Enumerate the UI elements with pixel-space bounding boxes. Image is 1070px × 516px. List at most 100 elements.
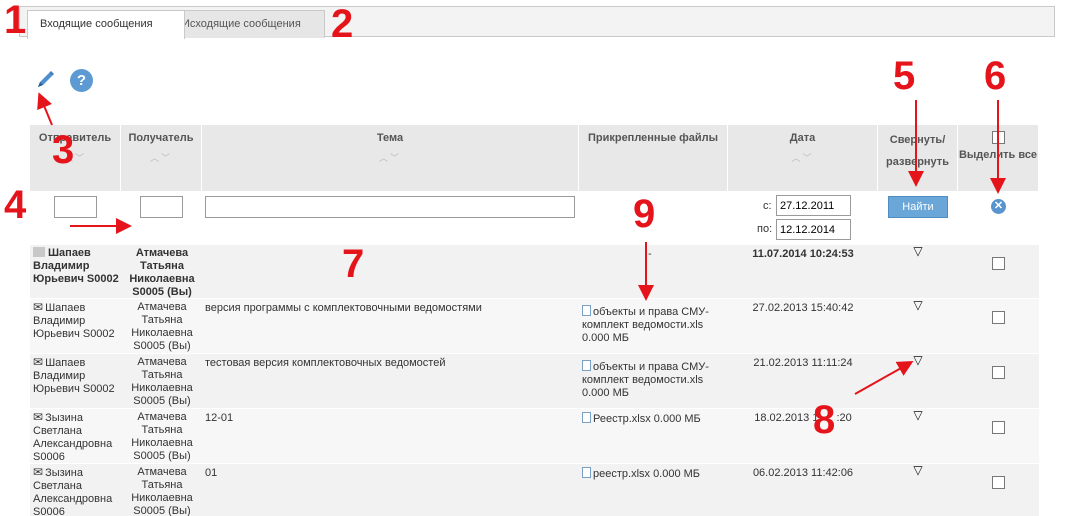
table-row[interactable]: ✉ Шапаев Владимир Юрьевич S0002 Атмачева … xyxy=(30,353,1039,408)
message-recipient: Атмачева Татьяна Николаевна S0005 (Вы) xyxy=(131,356,193,407)
column-header-files: Прикрепленные файлы xyxy=(579,125,728,191)
message-date: 06.02.2013 11:42:06 xyxy=(752,467,854,479)
message-date-end: :20 xyxy=(836,412,852,424)
table-row[interactable]: ✉ Шапаев Владимир Юрьевич S0002 Атмачева … xyxy=(30,298,1039,353)
message-files[interactable]: Реестр.xlsx 0.000 МБ xyxy=(582,409,727,426)
row-select-checkbox[interactable] xyxy=(992,257,1005,270)
filter-row: с: по: Найти ✕ xyxy=(30,191,1039,244)
column-header-date[interactable]: Дата ︿﹀ xyxy=(728,125,878,191)
annotation-1: 1 xyxy=(4,0,27,42)
annotation-2: 2 xyxy=(331,2,354,46)
message-files[interactable]: объекты и права СМУ-комплект ведомости.x… xyxy=(582,354,727,400)
pencil-icon[interactable] xyxy=(34,69,56,91)
date-from-label: с: xyxy=(763,200,772,212)
sort-icon[interactable]: ︿﹀ xyxy=(728,151,877,164)
row-select-checkbox[interactable] xyxy=(992,476,1005,489)
column-header-toggle-label: Свернуть/ развернуть xyxy=(886,134,949,168)
envelope-icon: ✉ xyxy=(33,300,44,314)
file-link[interactable]: объекты и права СМУ-комплект ведомости.x… xyxy=(582,306,709,344)
expand-toggle-icon[interactable]: ▽ xyxy=(878,245,958,258)
row-select-checkbox[interactable] xyxy=(992,421,1005,434)
message-date: 18.02.2013 1 :20 xyxy=(728,409,878,425)
unread-icon xyxy=(33,247,45,257)
sender-name: Шапаев Владимир Юрьевич S0002 xyxy=(33,357,115,395)
column-header-sender[interactable]: Отправитель ︿﹀ xyxy=(30,125,121,191)
expand-toggle-icon[interactable]: ▽ xyxy=(878,409,958,422)
subject-filter-input[interactable] xyxy=(205,196,575,218)
recipient-filter-input[interactable] xyxy=(140,196,183,218)
expand-toggle-icon[interactable]: ▽ xyxy=(878,464,958,477)
message-sender: ✉ Зызина Светлана Александровна S0006 xyxy=(33,409,119,464)
annotation-7: 7 xyxy=(342,242,365,286)
message-sender: ✉ Зызина Светлана Александровна S0006 xyxy=(33,464,119,516)
envelope-icon: ✉ xyxy=(33,410,44,424)
date-to-label: по: xyxy=(757,223,773,235)
column-header-subject-label: Тема xyxy=(376,132,404,144)
annotation-4: 4 xyxy=(4,183,27,227)
message-date: 21.02.2013 11:11:24 xyxy=(753,357,853,369)
date-from-input[interactable] xyxy=(776,195,851,216)
message-subject: 01 xyxy=(205,467,218,479)
sender-name: Зызина Светлана Александровна S0006 xyxy=(33,412,113,463)
table-row[interactable]: ✉ Зызина Светлана Александровна S0006 Атм… xyxy=(30,408,1039,463)
message-recipient: Атмачева Татьяна Николаевна S0005 (Вы) xyxy=(131,411,193,462)
sort-icon[interactable]: ︿﹀ xyxy=(202,151,578,164)
date-to-input[interactable] xyxy=(776,219,851,240)
envelope-icon: ✉ xyxy=(33,355,44,369)
message-recipient: Атмачева Татьяна Николаевна S0005 (Вы) xyxy=(131,466,193,516)
file-icon xyxy=(582,412,591,423)
sender-name: Шапаев Владимир Юрьевич S0002 xyxy=(33,302,115,340)
message-files[interactable]: объекты и права СМУ-комплект ведомости.x… xyxy=(582,299,727,345)
column-header-sender-label: Отправитель xyxy=(38,132,112,144)
expand-toggle-icon[interactable]: ▽ xyxy=(878,354,958,367)
table-row[interactable]: ✉ Зызина Светлана Александровна S0006 Атм… xyxy=(30,463,1039,516)
annotation-5: 5 xyxy=(893,54,916,98)
annotation-9: 9 xyxy=(633,192,656,236)
clear-filter-icon[interactable]: ✕ xyxy=(991,199,1006,214)
annotation-8: 8 xyxy=(813,398,836,442)
sort-icon[interactable]: ︿﹀ xyxy=(121,151,201,164)
tab-incoming-messages[interactable]: Входящие сообщения xyxy=(27,10,185,39)
file-icon xyxy=(582,305,591,316)
tab-bar: Исходящие сообщения Входящие сообщения xyxy=(19,6,1055,39)
message-subject: тестовая версия комплектовочных ведомост… xyxy=(205,357,446,369)
tab-outgoing-messages[interactable]: Исходящие сообщения xyxy=(169,10,325,38)
sort-icon[interactable]: ︿﹀ xyxy=(30,151,120,164)
annotation-6: 6 xyxy=(984,54,1007,98)
message-recipient: Атмачева Татьяна Николаевна S0005 (Вы) xyxy=(129,247,195,298)
message-date: 11.07.2014 10:24:53 xyxy=(752,248,854,260)
envelope-icon: ✉ xyxy=(33,465,44,479)
select-all-checkbox[interactable] xyxy=(991,131,1005,144)
message-recipient: Атмачева Татьяна Николаевна S0005 (Вы) xyxy=(131,301,193,352)
expand-toggle-icon[interactable]: ▽ xyxy=(878,299,958,312)
file-icon xyxy=(582,360,591,371)
file-link[interactable]: Реестр.xlsx 0.000 МБ xyxy=(593,413,701,425)
message-date-start: 18.02.2013 1 xyxy=(754,412,819,424)
file-link[interactable]: объекты и права СМУ-комплект ведомости.x… xyxy=(582,361,709,399)
message-sender: Шапаев Владимир Юрьевич S0002 xyxy=(33,245,119,286)
column-header-recipient[interactable]: Получатель ︿﹀ xyxy=(121,125,202,191)
select-all-label: Выделить все xyxy=(958,149,1038,161)
message-subject xyxy=(205,245,575,248)
help-icon[interactable]: ? xyxy=(70,69,93,92)
message-sender: ✉ Шапаев Владимир Юрьевич S0002 xyxy=(33,299,119,341)
column-header-select-all: Выделить все xyxy=(958,125,1039,191)
column-header-subject[interactable]: Тема ︿﹀ xyxy=(202,125,579,191)
table-header: Отправитель ︿﹀ Получатель ︿﹀ Тема ︿﹀ При… xyxy=(30,125,1039,191)
column-header-recipient-label: Получатель xyxy=(128,132,194,144)
column-header-files-label: Прикрепленные файлы xyxy=(587,132,719,144)
annotation-arrow-3 xyxy=(37,92,53,126)
message-date: 27.02.2013 15:40:42 xyxy=(752,302,854,314)
sender-name: Шапаев Владимир Юрьевич S0002 xyxy=(33,247,119,285)
row-select-checkbox[interactable] xyxy=(992,311,1005,324)
find-button[interactable]: Найти xyxy=(888,196,948,218)
file-link[interactable]: реестр.xlsx 0.000 МБ xyxy=(593,468,700,480)
message-files[interactable]: реестр.xlsx 0.000 МБ xyxy=(582,464,727,481)
message-subject: версия программы с комплектовочными ведо… xyxy=(205,302,482,314)
file-icon xyxy=(582,467,591,478)
sender-filter-input[interactable] xyxy=(54,196,97,218)
sender-name: Зызина Светлана Александровна S0006 xyxy=(33,467,113,516)
row-select-checkbox[interactable] xyxy=(992,366,1005,379)
message-sender: ✉ Шапаев Владимир Юрьевич S0002 xyxy=(33,354,119,396)
table-row[interactable]: Шапаев Владимир Юрьевич S0002 Атмачева Т… xyxy=(30,244,1039,298)
